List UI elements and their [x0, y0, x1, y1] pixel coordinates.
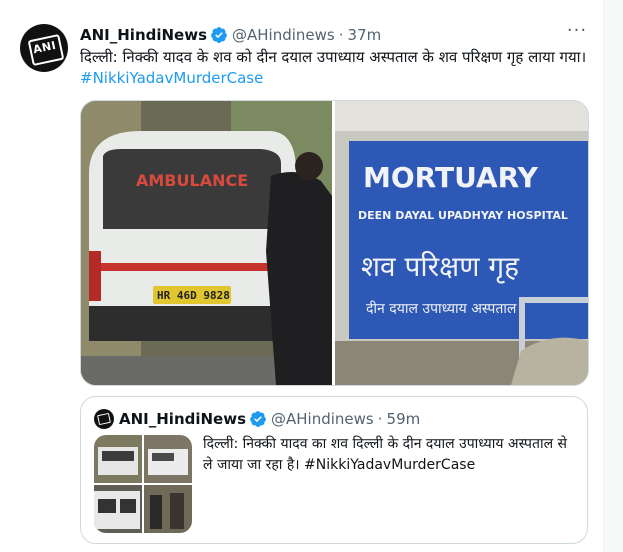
ani-logo-icon — [97, 412, 111, 426]
quoted-author-avatar — [94, 409, 114, 429]
author-avatar[interactable]: ANI — [20, 24, 68, 72]
quoted-tweet-text: दिल्ली: निक्की यादव का शव दिल्ली के दीन … — [203, 434, 573, 476]
more-horizontal-icon[interactable]: ··· — [566, 22, 588, 46]
tweet-text: दिल्ली: निक्की यादव के शव को दीन दयाल उप… — [80, 47, 590, 89]
sign-line-4: दीन दयाल उपाध्याय अस्पताल — [366, 300, 517, 317]
sign-line-2: DEEN DAYAL UPADHYAY HOSPITAL — [358, 209, 568, 222]
author-handle[interactable]: @AHindinews — [232, 26, 335, 44]
sign-line-1: MORTUARY — [363, 161, 539, 194]
quoted-tweet-header: ANI_HindiNews @AHindinews · 59m — [119, 408, 420, 430]
hashtag-link[interactable]: #NikkiYadavMurderCase — [80, 69, 263, 87]
tweet-header: ANI_HindiNews @AHindinews · 37m — [80, 24, 381, 46]
quoted-author-name: ANI_HindiNews — [119, 410, 247, 428]
tweet-body: दिल्ली: निक्की यादव के शव को दीन दयाल उप… — [80, 48, 587, 66]
separator-dot: · — [377, 410, 383, 428]
ambulance-photo[interactable]: AMBULANCE HR 46D 9828 — [81, 101, 332, 385]
author-name[interactable]: ANI_HindiNews — [80, 26, 207, 44]
quoted-tweet[interactable]: ANI_HindiNews @AHindinews · 59m दिल्ली: … — [80, 396, 588, 544]
quoted-hashtag: #NikkiYadavMurderCase — [304, 457, 476, 473]
license-plate: HR 46D 9828 — [157, 289, 230, 302]
separator-dot: · — [338, 26, 344, 44]
tweet-media[interactable]: AMBULANCE HR 46D 9828 MORTUARY DEEN DAYA… — [80, 100, 589, 386]
verified-badge-icon — [211, 27, 227, 43]
sign-line-3: शव परिक्षण गृह — [361, 250, 520, 284]
quoted-tweet-time: 59m — [386, 410, 421, 428]
tweet-time[interactable]: 37m — [348, 26, 382, 44]
tweet-card[interactable]: ANI ANI_HindiNews @AHindinews · 37m ··· … — [0, 0, 604, 552]
verified-badge-icon — [250, 411, 266, 427]
quoted-media-thumbnail[interactable] — [94, 435, 192, 533]
ambulance-label: AMBULANCE — [136, 171, 248, 190]
quoted-author-handle: @AHindinews — [271, 410, 374, 428]
mortuary-sign-photo[interactable]: MORTUARY DEEN DAYAL UPADHYAY HOSPITAL शव… — [335, 101, 588, 385]
